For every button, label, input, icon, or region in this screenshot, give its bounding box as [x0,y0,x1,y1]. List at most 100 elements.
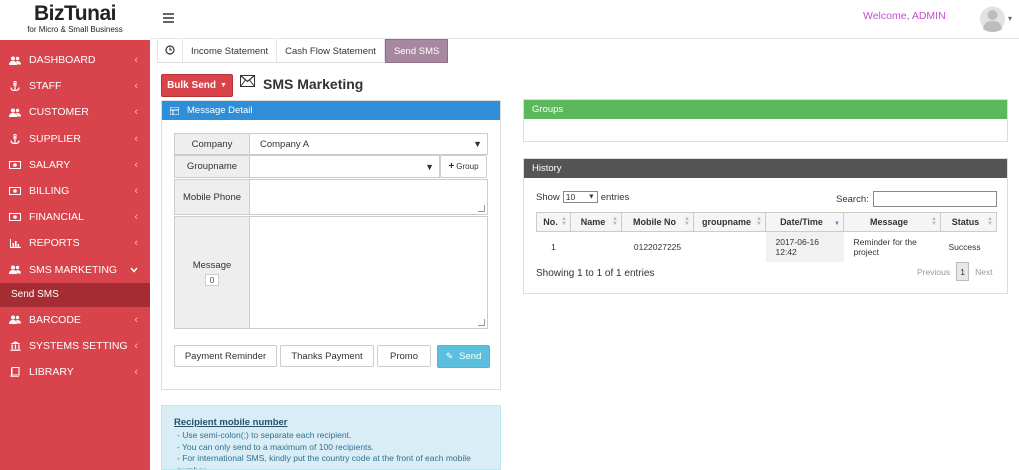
chevron-left-icon: ‹ [134,237,138,250]
sort-icon: ▲ ▼ [987,216,993,227]
brand-tagline: for Micro & Small Business [27,25,123,34]
caret-down-icon: ▼ [219,82,227,89]
tab-cash-flow-statement[interactable]: Cash Flow Statement [277,39,385,63]
sidebar-item-reports[interactable]: REPORTS ‹ [0,230,150,256]
message-detail-panel: Message Detail Company Company A ▼ Group… [161,100,501,390]
add-group-button[interactable]: + Group [440,155,487,178]
current-page-button[interactable]: 1 [956,262,970,281]
sidebar-item-label: FINANCIAL [29,211,84,224]
caret-down-icon: ▼ [425,161,434,172]
show-entries: Show 10 ▼ entries [536,191,629,203]
sidebar-item-systems-setting[interactable]: SYSTEMS SETTING ‹ [0,333,150,359]
groupname-select[interactable]: ▼ [250,155,440,178]
sidebar-item-label: REPORTS [29,237,80,250]
money-icon [9,186,21,196]
users-icon [9,107,21,117]
sidebar-item-label: SALARY [29,158,71,171]
bar-chart-icon [9,238,21,248]
search-input[interactable] [872,191,997,207]
sidebar-item-customer[interactable]: CUSTOMER ‹ [0,99,150,125]
book-icon [9,367,21,378]
column-header-status[interactable]: Status ▲ ▼ [940,212,997,232]
sidebar-item-sms-marketing[interactable]: SMS MARKETING [0,257,150,283]
page-title: SMS Marketing [263,76,364,92]
tab-income-statement[interactable]: Income Statement [183,39,278,63]
logo[interactable]: BizTunai for Micro & Small Business [0,0,150,40]
resize-handle-icon[interactable] [478,319,485,326]
promo-button[interactable]: Promo [377,345,431,367]
company-label: Company [174,133,250,155]
column-header-datetime[interactable]: Date/Time ▼ [765,212,844,232]
message-textarea[interactable] [250,216,488,329]
next-page-button[interactable]: Next [975,267,992,277]
column-header-no[interactable]: No. ▲ ▼ [536,212,571,232]
recipient-note: Recipient mobile number - Use semi-colon… [161,405,501,470]
sidebar: BizTunai for Micro & Small Business DASH… [0,0,150,470]
anchor-icon [9,133,21,144]
sidebar-item-label: DASHBOARD [29,54,96,67]
message-label: Message [192,259,232,271]
thanks-payment-button[interactable]: Thanks Payment [280,345,374,367]
mobile-phone-input[interactable] [250,179,488,215]
groupname-row: Groupname ▼ [174,155,440,178]
entries-select[interactable]: 10 ▼ [562,191,598,203]
tab-bar: Income Statement Cash Flow Statement Sen… [157,39,449,63]
anchor-icon [9,81,21,92]
column-header-name[interactable]: Name ▲ ▼ [570,212,622,232]
company-select[interactable]: Company A ▼ [250,133,488,155]
column-header-message[interactable]: Message ▲ ▼ [843,212,941,232]
panel-header: Message Detail [162,101,500,120]
add-group-label: Group [456,162,479,171]
sort-icon: ▲ ▼ [931,216,937,227]
sidebar-item-billing[interactable]: BILLING ‹ [0,178,150,204]
history-table: No. ▲ ▼ Name ▲ ▼ Mobile No ▲ ▼ groupname ▲ ▼ Dat… [536,212,997,262]
sidebar-item-dashboard[interactable]: DASHBOARD ‹ [0,47,150,73]
sidebar-item-supplier[interactable]: SUPPLIER ‹ [0,126,150,152]
sidebar-item-label: LIBRARY [29,366,74,379]
show-label: Show [536,191,560,203]
sidebar-item-financial[interactable]: FINANCIAL ‹ [0,204,150,230]
cell-name [571,232,622,262]
hamburger-menu-icon[interactable] [163,13,174,25]
chevron-down-icon [130,264,138,276]
column-header-groupname[interactable]: groupname ▲ ▼ [693,212,766,232]
users-icon [9,315,21,325]
search-label: Search: [836,193,869,205]
resize-handle-icon[interactable] [478,205,485,212]
avatar[interactable] [980,5,1005,33]
send-button[interactable]: ✎ Send [437,345,490,368]
sort-icon: ▲ ▼ [684,216,690,227]
sidebar-item-barcode[interactable]: BARCODE ‹ [0,307,150,333]
pagination: Previous 1 Next [917,262,993,281]
pencil-icon: ✎ [445,351,454,361]
chevron-left-icon: ‹ [134,158,138,171]
sidebar-subitem-send-sms[interactable]: Send SMS [0,282,150,307]
sidebar-item-label: CUSTOMER [29,106,89,119]
sidebar-item-library[interactable]: LIBRARY ‹ [0,359,150,385]
column-header-mobile[interactable]: Mobile No ▲ ▼ [621,212,694,232]
table-row[interactable]: 1 0122027225 2017-06-16 12:42 Reminder f… [537,231,997,262]
tab-clock[interactable] [157,39,183,63]
chevron-down-icon[interactable]: ▾ [1008,14,1012,23]
sort-icon: ▲ ▼ [756,216,762,227]
sidebar-item-label: SMS MARKETING [29,263,118,276]
sidebar-item-label: SUPPLIER [29,132,81,145]
bulk-send-button[interactable]: Bulk Send ▼ [161,74,233,97]
sidebar-item-staff[interactable]: STAFF ‹ [0,73,150,99]
previous-page-button[interactable]: Previous [917,267,950,277]
note-title: Recipient mobile number [174,417,288,428]
cell-status: Success [948,241,981,252]
caret-down-icon: ▼ [587,193,595,201]
entries-value: 10 [565,192,576,202]
payment-reminder-button[interactable]: Payment Reminder [174,345,277,367]
tab-send-sms[interactable]: Send SMS [384,39,449,63]
list-icon [169,106,180,115]
send-label: Send [459,351,482,362]
company-row: Company Company A ▼ [174,133,488,155]
chevron-left-icon: ‹ [134,211,138,224]
sort-icon: ▲ ▼ [561,216,567,227]
cell-groupname [694,232,766,262]
envelope-icon [240,75,255,87]
sidebar-item-salary[interactable]: SALARY ‹ [0,152,150,178]
search-row: Search: [836,191,997,207]
